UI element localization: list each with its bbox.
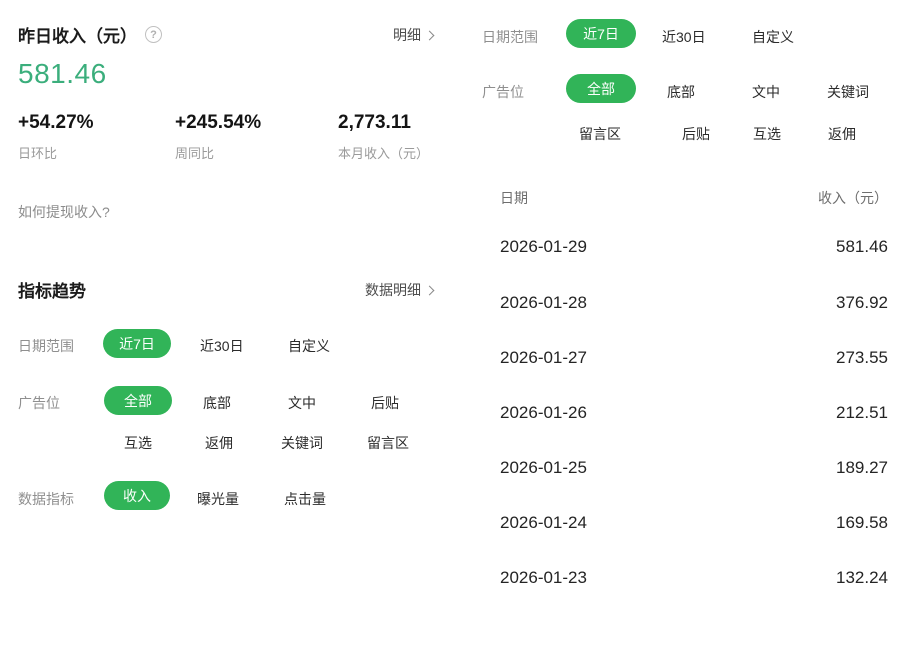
row-income: 581.46 [836, 237, 888, 257]
trend-slot-bottom[interactable]: 底部 [203, 393, 231, 413]
detail-slot-comment-area[interactable]: 留言区 [579, 124, 621, 144]
detail-slot-in-article[interactable]: 文中 [752, 82, 780, 102]
trend-slot-post-roll[interactable]: 后贴 [371, 393, 399, 413]
detail-date-range-label: 日期范围 [482, 27, 538, 47]
detail-filter-custom[interactable]: 自定义 [752, 27, 794, 47]
table-header-date: 日期 [500, 188, 528, 208]
detail-filter-last30days[interactable]: 近30日 [662, 27, 706, 47]
stat-label: 周同比 [175, 143, 261, 162]
trend-ad-slot-label: 广告位 [18, 393, 60, 413]
help-icon[interactable]: ? [145, 26, 162, 43]
detail-slot-rebate[interactable]: 返佣 [828, 124, 856, 144]
row-income: 132.24 [836, 568, 888, 588]
income-detail-link[interactable]: 明细 [393, 25, 433, 45]
row-date: 2026-01-25 [500, 458, 587, 478]
trend-filter-last30days[interactable]: 近30日 [200, 336, 244, 356]
row-income: 376.92 [836, 293, 888, 313]
trend-filter-last7days[interactable]: 近7日 [103, 329, 171, 358]
trend-slot-in-article[interactable]: 文中 [288, 393, 316, 413]
trend-date-range-label: 日期范围 [18, 336, 74, 356]
row-income: 169.58 [836, 513, 888, 533]
row-date: 2026-01-23 [500, 568, 587, 588]
row-income: 189.27 [836, 458, 888, 478]
stat-value: 2,773.11 [338, 112, 429, 134]
chevron-right-icon [425, 285, 435, 295]
table-header-income: 收入（元） [818, 188, 888, 208]
detail-slot-post-roll[interactable]: 后贴 [682, 124, 710, 144]
trend-filter-custom[interactable]: 自定义 [288, 336, 330, 356]
ad-revenue-dashboard: 昨日收入（元） ? 明细 581.46 +54.27% 日环比 +245.54%… [0, 0, 912, 663]
trend-slot-rebate[interactable]: 返佣 [205, 433, 233, 453]
help-icon-glyph: ? [150, 29, 157, 41]
trend-section-title: 指标趋势 [18, 277, 86, 302]
trend-metric-impressions[interactable]: 曝光量 [197, 489, 239, 509]
withdraw-help-link[interactable]: 如何提现收入? [18, 202, 110, 222]
detail-slot-keyword[interactable]: 关键词 [827, 82, 869, 102]
trend-metric-clicks[interactable]: 点击量 [284, 489, 326, 509]
trend-metric-income[interactable]: 收入 [104, 481, 170, 510]
table-row[interactable]: 2026-01-27 273.55 [482, 341, 888, 375]
table-row[interactable]: 2026-01-24 169.58 [482, 506, 888, 540]
trend-slot-keyword[interactable]: 关键词 [281, 433, 323, 453]
row-date: 2026-01-26 [500, 403, 587, 423]
detail-ad-slot-label: 广告位 [482, 82, 524, 102]
stat-label: 日环比 [18, 143, 94, 162]
stat-month-income: 2,773.11 本月收入（元） [338, 112, 429, 162]
chevron-right-icon [425, 30, 435, 40]
detail-slot-mutual[interactable]: 互选 [753, 124, 781, 144]
trend-data-detail-link[interactable]: 数据明细 [365, 280, 433, 300]
table-row[interactable]: 2026-01-28 376.92 [482, 286, 888, 320]
stat-value: +245.54% [175, 112, 261, 134]
row-income: 212.51 [836, 403, 888, 423]
yesterday-income-title: 昨日收入（元） [18, 22, 137, 47]
detail-slot-all[interactable]: 全部 [566, 74, 636, 103]
detail-filter-last7days[interactable]: 近7日 [566, 19, 636, 48]
table-row[interactable]: 2026-01-26 212.51 [482, 396, 888, 430]
trend-chart[interactable]: 600 500 400 300 01/23 [0, 525, 460, 663]
income-detail-label: 明细 [393, 25, 421, 45]
table-row[interactable]: 2026-01-25 189.27 [482, 451, 888, 485]
yesterday-income-panel: 昨日收入（元） ? 明细 581.46 +54.27% 日环比 +245.54%… [0, 0, 460, 663]
row-date: 2026-01-27 [500, 348, 587, 368]
trend-slot-comment-area[interactable]: 留言区 [367, 433, 409, 453]
stat-label: 本月收入（元） [338, 143, 429, 162]
table-row[interactable]: 2026-01-23 132.24 [482, 561, 888, 595]
trend-slot-mutual[interactable]: 互选 [124, 433, 152, 453]
detail-slot-bottom[interactable]: 底部 [667, 82, 695, 102]
income-detail-panel: 日期范围 近7日 近30日 自定义 广告位 全部 底部 文中 关键词 留言区 后… [460, 0, 912, 663]
yesterday-income-value: 581.46 [18, 58, 107, 90]
trend-slot-all[interactable]: 全部 [104, 386, 172, 415]
table-row[interactable]: 2026-01-29 581.46 [482, 230, 888, 264]
trend-data-detail-label: 数据明细 [365, 280, 421, 300]
row-income: 273.55 [836, 348, 888, 368]
stat-value: +54.27% [18, 112, 94, 134]
row-date: 2026-01-24 [500, 513, 587, 533]
row-date: 2026-01-28 [500, 293, 587, 313]
stat-day-over-day: +54.27% 日环比 [18, 112, 94, 162]
stat-week-over-week: +245.54% 周同比 [175, 112, 261, 162]
row-date: 2026-01-29 [500, 237, 587, 257]
trend-metric-label: 数据指标 [18, 489, 74, 509]
